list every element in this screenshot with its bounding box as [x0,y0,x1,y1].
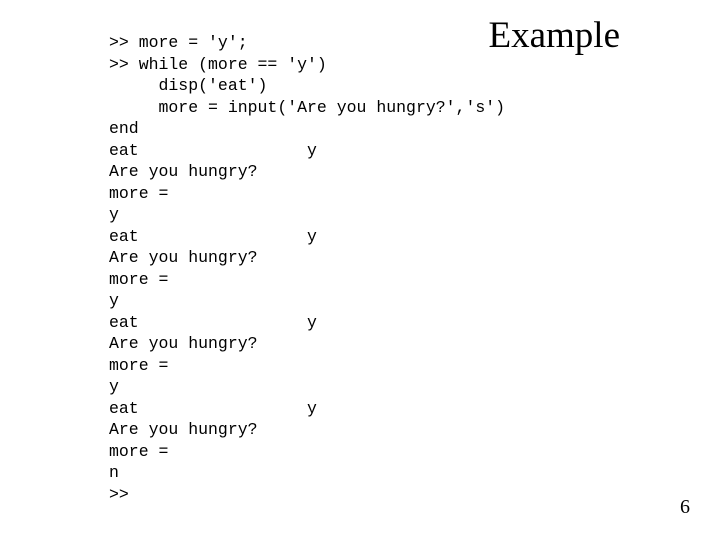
console-line: end [109,119,139,138]
console-line: Are you hungry? [109,420,258,439]
console-line: >> while (more == 'y') [109,54,327,74]
console-line: y [109,377,119,396]
console-line: more = [109,183,169,203]
console-line: eat y [109,398,317,418]
console-line: n [109,463,119,482]
console-line: eat y [109,140,317,160]
console-line: disp('eat') [109,76,268,95]
console-line: y [109,291,119,310]
slide-canvas: Example >> more = 'y'; >> while (more == … [0,0,720,540]
console-line: >> more = 'y'; [109,33,248,52]
console-line: more = [109,355,169,375]
console-line: Are you hungry? [109,248,258,267]
console-line: y [109,205,119,224]
console-line: more = input('Are you hungry?','s') [109,97,506,117]
console-line: eat y [109,312,317,332]
console-line: eat y [109,226,317,246]
console-line: Are you hungry? [109,334,258,353]
console-line: more = [109,441,169,461]
console-line: Are you hungry? [109,162,258,181]
page-number: 6 [680,496,690,518]
console-line: more = [109,269,169,289]
matlab-console-transcript: >> more = 'y'; >> while (more == 'y') dis… [109,32,709,505]
console-line: >> [109,484,129,504]
